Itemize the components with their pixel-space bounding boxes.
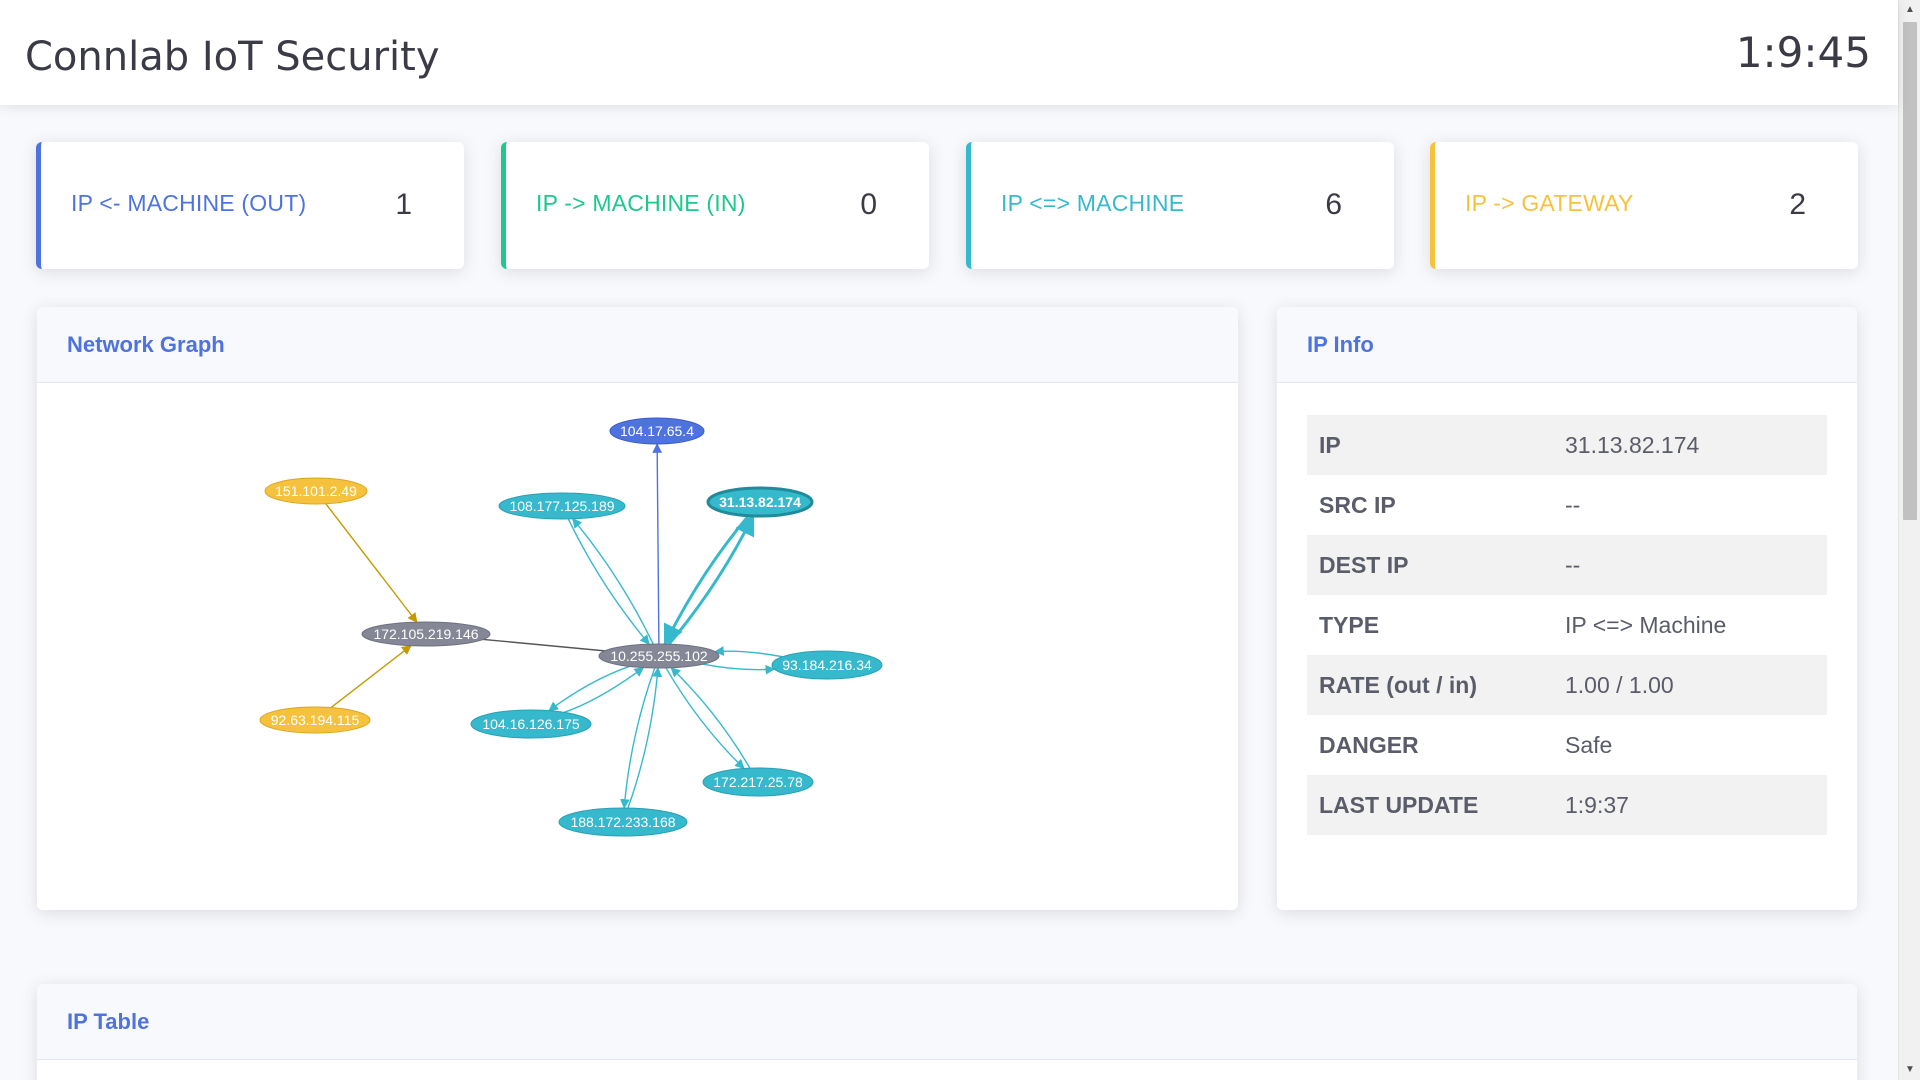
- graph-edge: [325, 503, 418, 623]
- panel-title: Network Graph: [67, 331, 225, 357]
- graph-node[interactable]: 31.13.82.174: [706, 486, 814, 518]
- info-value: IP <=> Machine: [1565, 611, 1727, 638]
- panel-title: IP Table: [67, 1008, 150, 1034]
- graph-node[interactable]: 92.63.194.115: [259, 706, 371, 734]
- graph-node[interactable]: 10.255.255.102: [598, 643, 720, 669]
- graph-edge: [667, 513, 755, 646]
- graph-edge: [330, 645, 412, 709]
- clock: 1:9:45: [1735, 28, 1871, 77]
- panel-header: Network Graph: [37, 307, 1238, 383]
- stat-value: 1: [395, 188, 412, 221]
- stat-card-in: IP -> MACHINE (IN) 0: [501, 142, 929, 269]
- network-graph-canvas[interactable]: 10.255.255.102 172.105.219.146 104.17.65.4…: [37, 384, 1238, 910]
- info-row: DEST IP --: [1307, 535, 1827, 595]
- info-row: IP 31.13.82.174: [1307, 415, 1827, 475]
- info-row: TYPE IP <=> Machine: [1307, 595, 1827, 655]
- stat-label: IP <- MACHINE (OUT): [71, 190, 307, 216]
- graph-node-label: 104.16.126.175: [482, 716, 580, 732]
- graph-node[interactable]: 188.172.233.168: [558, 807, 688, 837]
- panel-title: IP Info: [1307, 331, 1374, 357]
- info-value: Safe: [1565, 731, 1613, 758]
- info-key: DEST IP: [1319, 551, 1409, 578]
- info-value: 31.13.82.174: [1565, 431, 1700, 458]
- stat-label: IP -> MACHINE (IN): [536, 190, 746, 216]
- info-key: LAST UPDATE: [1319, 791, 1479, 818]
- scroll-up-arrow-icon[interactable]: ▲: [1899, 0, 1920, 20]
- graph-node-label: 31.13.82.174: [719, 494, 801, 510]
- page-scrollbar[interactable]: ▲ ▼: [1898, 0, 1920, 1080]
- stat-label: IP <=> MACHINE: [1001, 190, 1185, 216]
- info-key: DANGER: [1319, 731, 1419, 758]
- graph-edge: [620, 667, 656, 809]
- graph-node-label: 188.172.233.168: [570, 814, 675, 830]
- panel-header: IP Info: [1277, 307, 1857, 383]
- stat-value: 6: [1325, 188, 1342, 221]
- graph-edge: [663, 514, 750, 646]
- stat-value: 2: [1789, 188, 1806, 221]
- info-value: --: [1565, 551, 1581, 578]
- info-value: --: [1565, 491, 1581, 518]
- graph-edge: [567, 518, 650, 645]
- graph-edge: [702, 663, 776, 675]
- graph-node[interactable]: 93.184.216.34: [771, 650, 883, 680]
- info-row: RATE (out / in) 1.00 / 1.00: [1307, 655, 1827, 715]
- scroll-thumb[interactable]: [1903, 22, 1917, 520]
- info-row: LAST UPDATE 1:9:37: [1307, 775, 1827, 835]
- info-row: DANGER Safe: [1307, 715, 1827, 775]
- graph-node[interactable]: 104.17.65.4: [609, 417, 705, 445]
- graph-edge: [563, 667, 645, 714]
- graph-node-label: 108.177.125.189: [509, 498, 614, 514]
- graph-node[interactable]: 172.217.25.78: [702, 767, 814, 797]
- graph-node-label: 10.255.255.102: [610, 648, 708, 664]
- app-title: Connlab IoT Security: [25, 34, 440, 80]
- ip-table-panel: IP Table: [37, 984, 1857, 1080]
- graph-node[interactable]: 108.177.125.189: [498, 492, 626, 520]
- stat-card-gateway: IP -> GATEWAY 2: [1430, 142, 1858, 269]
- graph-node[interactable]: 151.101.2.49: [264, 477, 368, 505]
- graph-node-label: 104.17.65.4: [620, 423, 694, 439]
- graph-node[interactable]: 172.105.219.146: [361, 621, 491, 647]
- scroll-down-arrow-icon[interactable]: ▼: [1899, 1060, 1920, 1080]
- graph-edge: [670, 667, 751, 769]
- stat-card-out: IP <- MACHINE (OUT) 1: [36, 142, 464, 269]
- graph-node-label: 92.63.194.115: [271, 712, 360, 728]
- stat-label: IP -> GATEWAY: [1465, 190, 1634, 216]
- info-value: 1.00 / 1.00: [1565, 671, 1674, 698]
- panel-header: IP Table: [37, 984, 1857, 1060]
- info-row: SRC IP --: [1307, 475, 1827, 535]
- graph-edge: [483, 638, 605, 652]
- graph-edge: [627, 667, 663, 809]
- graph-nodes: 10.255.255.102 172.105.219.146 104.17.65.4…: [259, 417, 883, 837]
- stat-card-bidirectional: IP <=> MACHINE 6: [966, 142, 1394, 269]
- info-value: 1:9:37: [1565, 791, 1629, 818]
- graph-edge: [714, 646, 783, 658]
- stat-value: 0: [860, 188, 877, 221]
- info-key: RATE (out / in): [1319, 671, 1477, 698]
- graph-node[interactable]: 104.16.126.175: [470, 709, 592, 739]
- graph-edge: [665, 667, 745, 770]
- network-graph-panel: Network Graph 10.255.255.102 172.105.219.…: [37, 307, 1238, 910]
- ip-info-panel: IP Info IP 31.13.82.174 SRC IP -- DEST IP -- T…: [1277, 307, 1857, 910]
- ip-info-table: IP 31.13.82.174 SRC IP -- DEST IP -- TYPE IP <=…: [1307, 415, 1827, 835]
- info-key: SRC IP: [1319, 491, 1396, 518]
- graph-node-label: 151.101.2.49: [275, 483, 357, 499]
- graph-edge: [652, 443, 663, 645]
- graph-node-label: 93.184.216.34: [782, 657, 872, 673]
- graph-edge: [572, 518, 654, 645]
- graph-node-label: 172.217.25.78: [713, 774, 803, 790]
- graph-edge: [548, 665, 630, 712]
- graph-node-label: 172.105.219.146: [373, 626, 478, 642]
- topbar: Connlab IoT Security 1:9:45: [0, 0, 1898, 105]
- info-key: TYPE: [1319, 611, 1380, 638]
- info-key: IP: [1319, 431, 1341, 458]
